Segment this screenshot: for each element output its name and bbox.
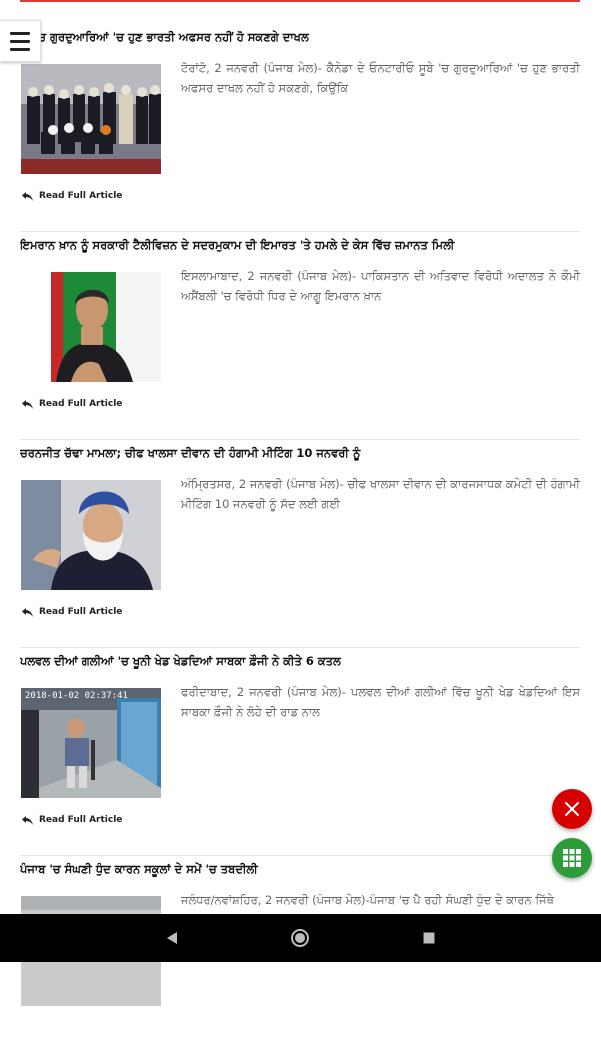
reply-arrow-icon bbox=[22, 399, 33, 409]
system-navigation-bar bbox=[0, 914, 601, 962]
hamburger-icon-line bbox=[10, 47, 30, 51]
back-icon bbox=[167, 932, 177, 944]
reply-arrow-icon bbox=[22, 607, 33, 617]
article-excerpt: ਫਰੀਦਾਬਾਦ, 2 ਜਨਵਰੀ (ਪੰਜਾਬ ਮੇਲ)- ਪਲਵਲ ਦੀਆਂ… bbox=[181, 685, 580, 719]
news-feed: ਡਾ 'ਚ ਗੁਰਦੁਆਰਿਆਂ 'ਚ ਹੁਣ ਭਾਰਤੀ ਅਫਸਰ ਨਹੀਂ … bbox=[20, 24, 580, 1064]
apps-fab-button[interactable] bbox=[552, 838, 592, 878]
article-excerpt: ਅੰਮ੍ਰਿਤਸਰ, 2 ਜਨਵਰੀ (ਪੰਜਾਬ ਮੇਲ)- ਚੀਫ ਖਾਲਸ… bbox=[181, 477, 580, 511]
close-icon bbox=[565, 802, 579, 816]
article-headline[interactable]: ਪਲਵਲ ਦੀਆਂ ਗਲੀਆਂ 'ਚ ਖੂਨੀ ਖੇਡ ਖੇਡਦਿਆਂ ਸਾਬਕ… bbox=[20, 654, 580, 669]
read-full-article-link[interactable]: Read Full Article bbox=[22, 607, 122, 617]
home-button[interactable] bbox=[290, 928, 310, 948]
home-icon bbox=[291, 929, 309, 947]
reply-arrow-icon bbox=[22, 815, 33, 825]
recents-icon bbox=[423, 932, 435, 944]
article-headline[interactable]: ਪੰਜਾਬ 'ਚ ਸੰਘਣੀ ਧੁੰਦ ਕਾਰਨ ਸਕੂਲਾਂ ਦੇ ਸਮੇਂ … bbox=[20, 862, 580, 877]
grid-icon bbox=[563, 849, 581, 867]
read-full-article-label: Read Full Article bbox=[39, 815, 123, 825]
read-full-article-link[interactable]: Read Full Article bbox=[22, 399, 122, 409]
article-thumbnail[interactable] bbox=[21, 64, 161, 174]
article-thumbnail[interactable] bbox=[21, 272, 161, 382]
close-fab-button[interactable] bbox=[552, 789, 592, 829]
menu-button[interactable] bbox=[0, 20, 41, 62]
article-headline[interactable]: ਚਰਨਜੀਤ ਚੱਢਾ ਮਾਮਲਾ; ਚੀਫ ਖਾਲਸਾ ਦੀਵਾਨ ਦੀ ਹੰ… bbox=[20, 446, 580, 461]
article-card: ਡਾ 'ਚ ਗੁਰਦੁਆਰਿਆਂ 'ਚ ਹੁਣ ਭਾਰਤੀ ਅਫਸਰ ਨਹੀਂ … bbox=[20, 24, 580, 232]
article-excerpt: ਇਸਲਾਮਾਬਾਦ, 2 ਜਨਵਰੀ (ਪੰਜਾਬ ਮੇਲ)- ਪਾਕਿਸਤਾਨ… bbox=[181, 269, 580, 303]
read-full-article-label: Read Full Article bbox=[39, 399, 123, 409]
top-accent-rule bbox=[20, 0, 580, 2]
article-excerpt: ਟੋਰਾਂਟੋ, 2 ਜਨਵਰੀ (ਪੰਜਾਬ ਮੇਲ)- ਕੈਨੇਡਾ ਦੇ … bbox=[181, 61, 580, 95]
thumbnail-timestamp: 2018-01-02 02:37:41 bbox=[25, 691, 128, 701]
read-full-article-label: Read Full Article bbox=[39, 191, 123, 201]
hamburger-icon bbox=[10, 31, 30, 35]
article-thumbnail[interactable]: 2018-01-02 02:37:41 bbox=[21, 688, 161, 798]
read-full-article-label: Read Full Article bbox=[39, 607, 123, 617]
article-thumbnail[interactable] bbox=[21, 480, 161, 590]
article-headline[interactable]: ਡਾ 'ਚ ਗੁਰਦੁਆਰਿਆਂ 'ਚ ਹੁਣ ਭਾਰਤੀ ਅਫਸਰ ਨਹੀਂ … bbox=[20, 30, 580, 45]
read-full-article-link[interactable]: Read Full Article bbox=[22, 191, 122, 201]
recents-button[interactable] bbox=[419, 928, 439, 948]
reply-arrow-icon bbox=[22, 191, 33, 201]
article-excerpt: ਜਲੰਧਰ/ਨਵਾਂਸ਼ਹਿਰ, 2 ਜਨਵਰੀ (ਪੰਜਾਬ ਮੇਲ)-ਪੰਜ… bbox=[181, 893, 554, 907]
article-card: ਪਲਵਲ ਦੀਆਂ ਗਲੀਆਂ 'ਚ ਖੂਨੀ ਖੇਡ ਖੇਡਦਿਆਂ ਸਾਬਕ… bbox=[20, 648, 580, 856]
article-card: ਚਰਨਜੀਤ ਚੱਢਾ ਮਾਮਲਾ; ਚੀਫ ਖਾਲਸਾ ਦੀਵਾਨ ਦੀ ਹੰ… bbox=[20, 440, 580, 648]
article-headline[interactable]: ਇਮਰਾਨ ਖ਼ਾਨ ਨੂੰ ਸਰਕਾਰੀ ਟੈਲੀਵਿਜ਼ਨ ਦੇ ਸਦਰਮੁ… bbox=[20, 238, 580, 253]
read-full-article-link[interactable]: Read Full Article bbox=[22, 815, 122, 825]
article-card: ਇਮਰਾਨ ਖ਼ਾਨ ਨੂੰ ਸਰਕਾਰੀ ਟੈਲੀਵਿਜ਼ਨ ਦੇ ਸਦਰਮੁ… bbox=[20, 232, 580, 440]
hamburger-icon-line bbox=[10, 39, 30, 43]
back-button[interactable] bbox=[162, 928, 182, 948]
